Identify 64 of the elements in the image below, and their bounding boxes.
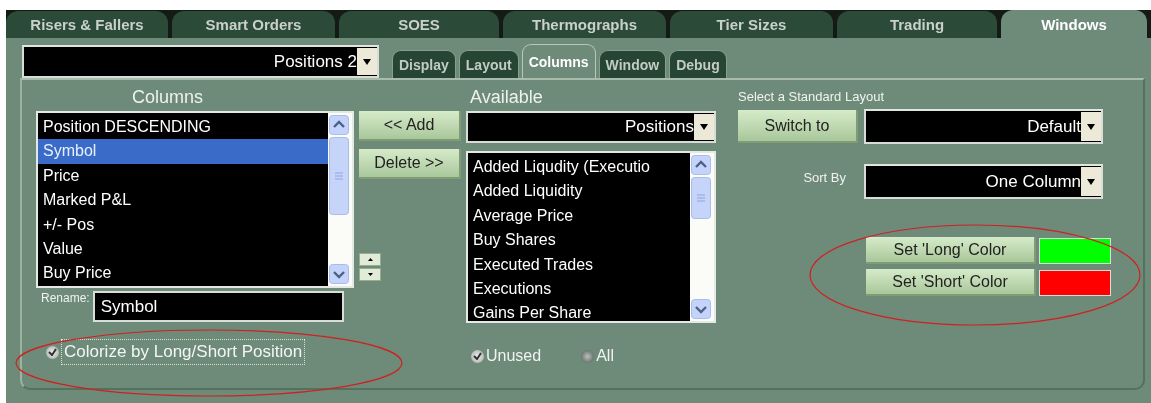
section-heading: Available — [469, 86, 544, 109]
subtab[interactable]: Columns — [521, 44, 596, 78]
set-color-button[interactable]: Set 'Long' Color — [866, 237, 1036, 264]
tab[interactable]: Windows — [1001, 10, 1147, 38]
checkbox-label[interactable]: Colorize by Long/Short Position — [61, 339, 306, 365]
layout-dropdown[interactable]: Default — [864, 109, 1103, 144]
scroll-up-icon — [691, 155, 711, 175]
list-item[interactable]: Executions — [468, 276, 690, 302]
subtab[interactable]: Display — [392, 50, 456, 78]
scroll-thumb — [691, 177, 711, 219]
move-down-button[interactable] — [359, 268, 381, 281]
scrollbar[interactable] — [328, 113, 352, 286]
delete-button[interactable]: Delete >> — [359, 149, 461, 179]
rename-label: Rename: — [40, 291, 90, 305]
list-item[interactable]: Average Price — [468, 203, 690, 229]
checkbox[interactable] — [46, 345, 59, 359]
add-button[interactable]: << Add — [359, 111, 461, 141]
scroll-up-icon — [329, 115, 349, 135]
tab[interactable]: Smart Orders — [172, 11, 335, 38]
list-item[interactable]: Buy Shares — [468, 228, 690, 253]
list-item[interactable]: Added Liquidity — [468, 179, 690, 204]
list-item[interactable]: Buy Price — [38, 261, 328, 286]
color-swatch[interactable] — [1039, 237, 1111, 264]
list-item[interactable]: +/- Pos — [38, 212, 328, 237]
subtab[interactable]: Layout — [458, 50, 519, 78]
caret-icon[interactable] — [1081, 112, 1101, 141]
section-heading: Columns — [131, 86, 205, 109]
list-item[interactable]: Gains Per Share — [468, 301, 690, 321]
caret-icon[interactable] — [1081, 167, 1101, 196]
list-item[interactable]: Value — [38, 236, 328, 262]
move-up-button[interactable] — [359, 253, 381, 266]
radio-button[interactable] — [581, 349, 595, 363]
subtab[interactable]: Window — [598, 50, 667, 78]
list-item[interactable]: Added Liqudity (Executio — [468, 155, 690, 180]
switch-to-button[interactable]: Switch to — [738, 110, 858, 143]
window-dropdown[interactable]: Positions 2 — [22, 45, 379, 78]
caret-icon[interactable] — [357, 48, 377, 75]
check-icon — [48, 348, 57, 356]
source-dropdown[interactable]: Positions — [466, 111, 716, 143]
list-item[interactable]: Symbol — [38, 139, 328, 164]
list-item[interactable]: Executed Trades — [468, 252, 690, 277]
color-swatch[interactable] — [1039, 269, 1111, 296]
subtab[interactable]: Debug — [669, 50, 727, 78]
up-arrow-icon — [367, 258, 373, 261]
scrollbar[interactable] — [690, 153, 714, 321]
down-arrow-icon — [367, 273, 373, 276]
list-item[interactable]: Position DESCENDING — [38, 115, 328, 140]
set-color-button[interactable]: Set 'Short' Color — [866, 269, 1036, 296]
rename-field[interactable]: Symbol — [92, 291, 344, 322]
sort-dropdown[interactable]: One Column — [864, 164, 1103, 199]
caret-icon[interactable] — [694, 114, 714, 140]
scroll-down-icon — [691, 299, 711, 319]
tab[interactable]: Tier Sizes — [670, 11, 833, 38]
tab[interactable]: Risers & Fallers — [6, 11, 168, 38]
radio-button[interactable] — [471, 349, 484, 363]
scroll-down-icon — [329, 264, 349, 284]
tab[interactable]: Trading — [837, 11, 997, 38]
section-label: Select a Standard Layout — [738, 88, 885, 106]
list-item[interactable]: Marked P&L — [38, 188, 328, 213]
list-item[interactable]: Price — [38, 163, 328, 189]
sort-label: Sort By — [802, 170, 847, 185]
tab[interactable]: Thermographs — [503, 11, 666, 38]
check-icon — [473, 352, 482, 360]
tab[interactable]: SOES — [339, 11, 499, 38]
